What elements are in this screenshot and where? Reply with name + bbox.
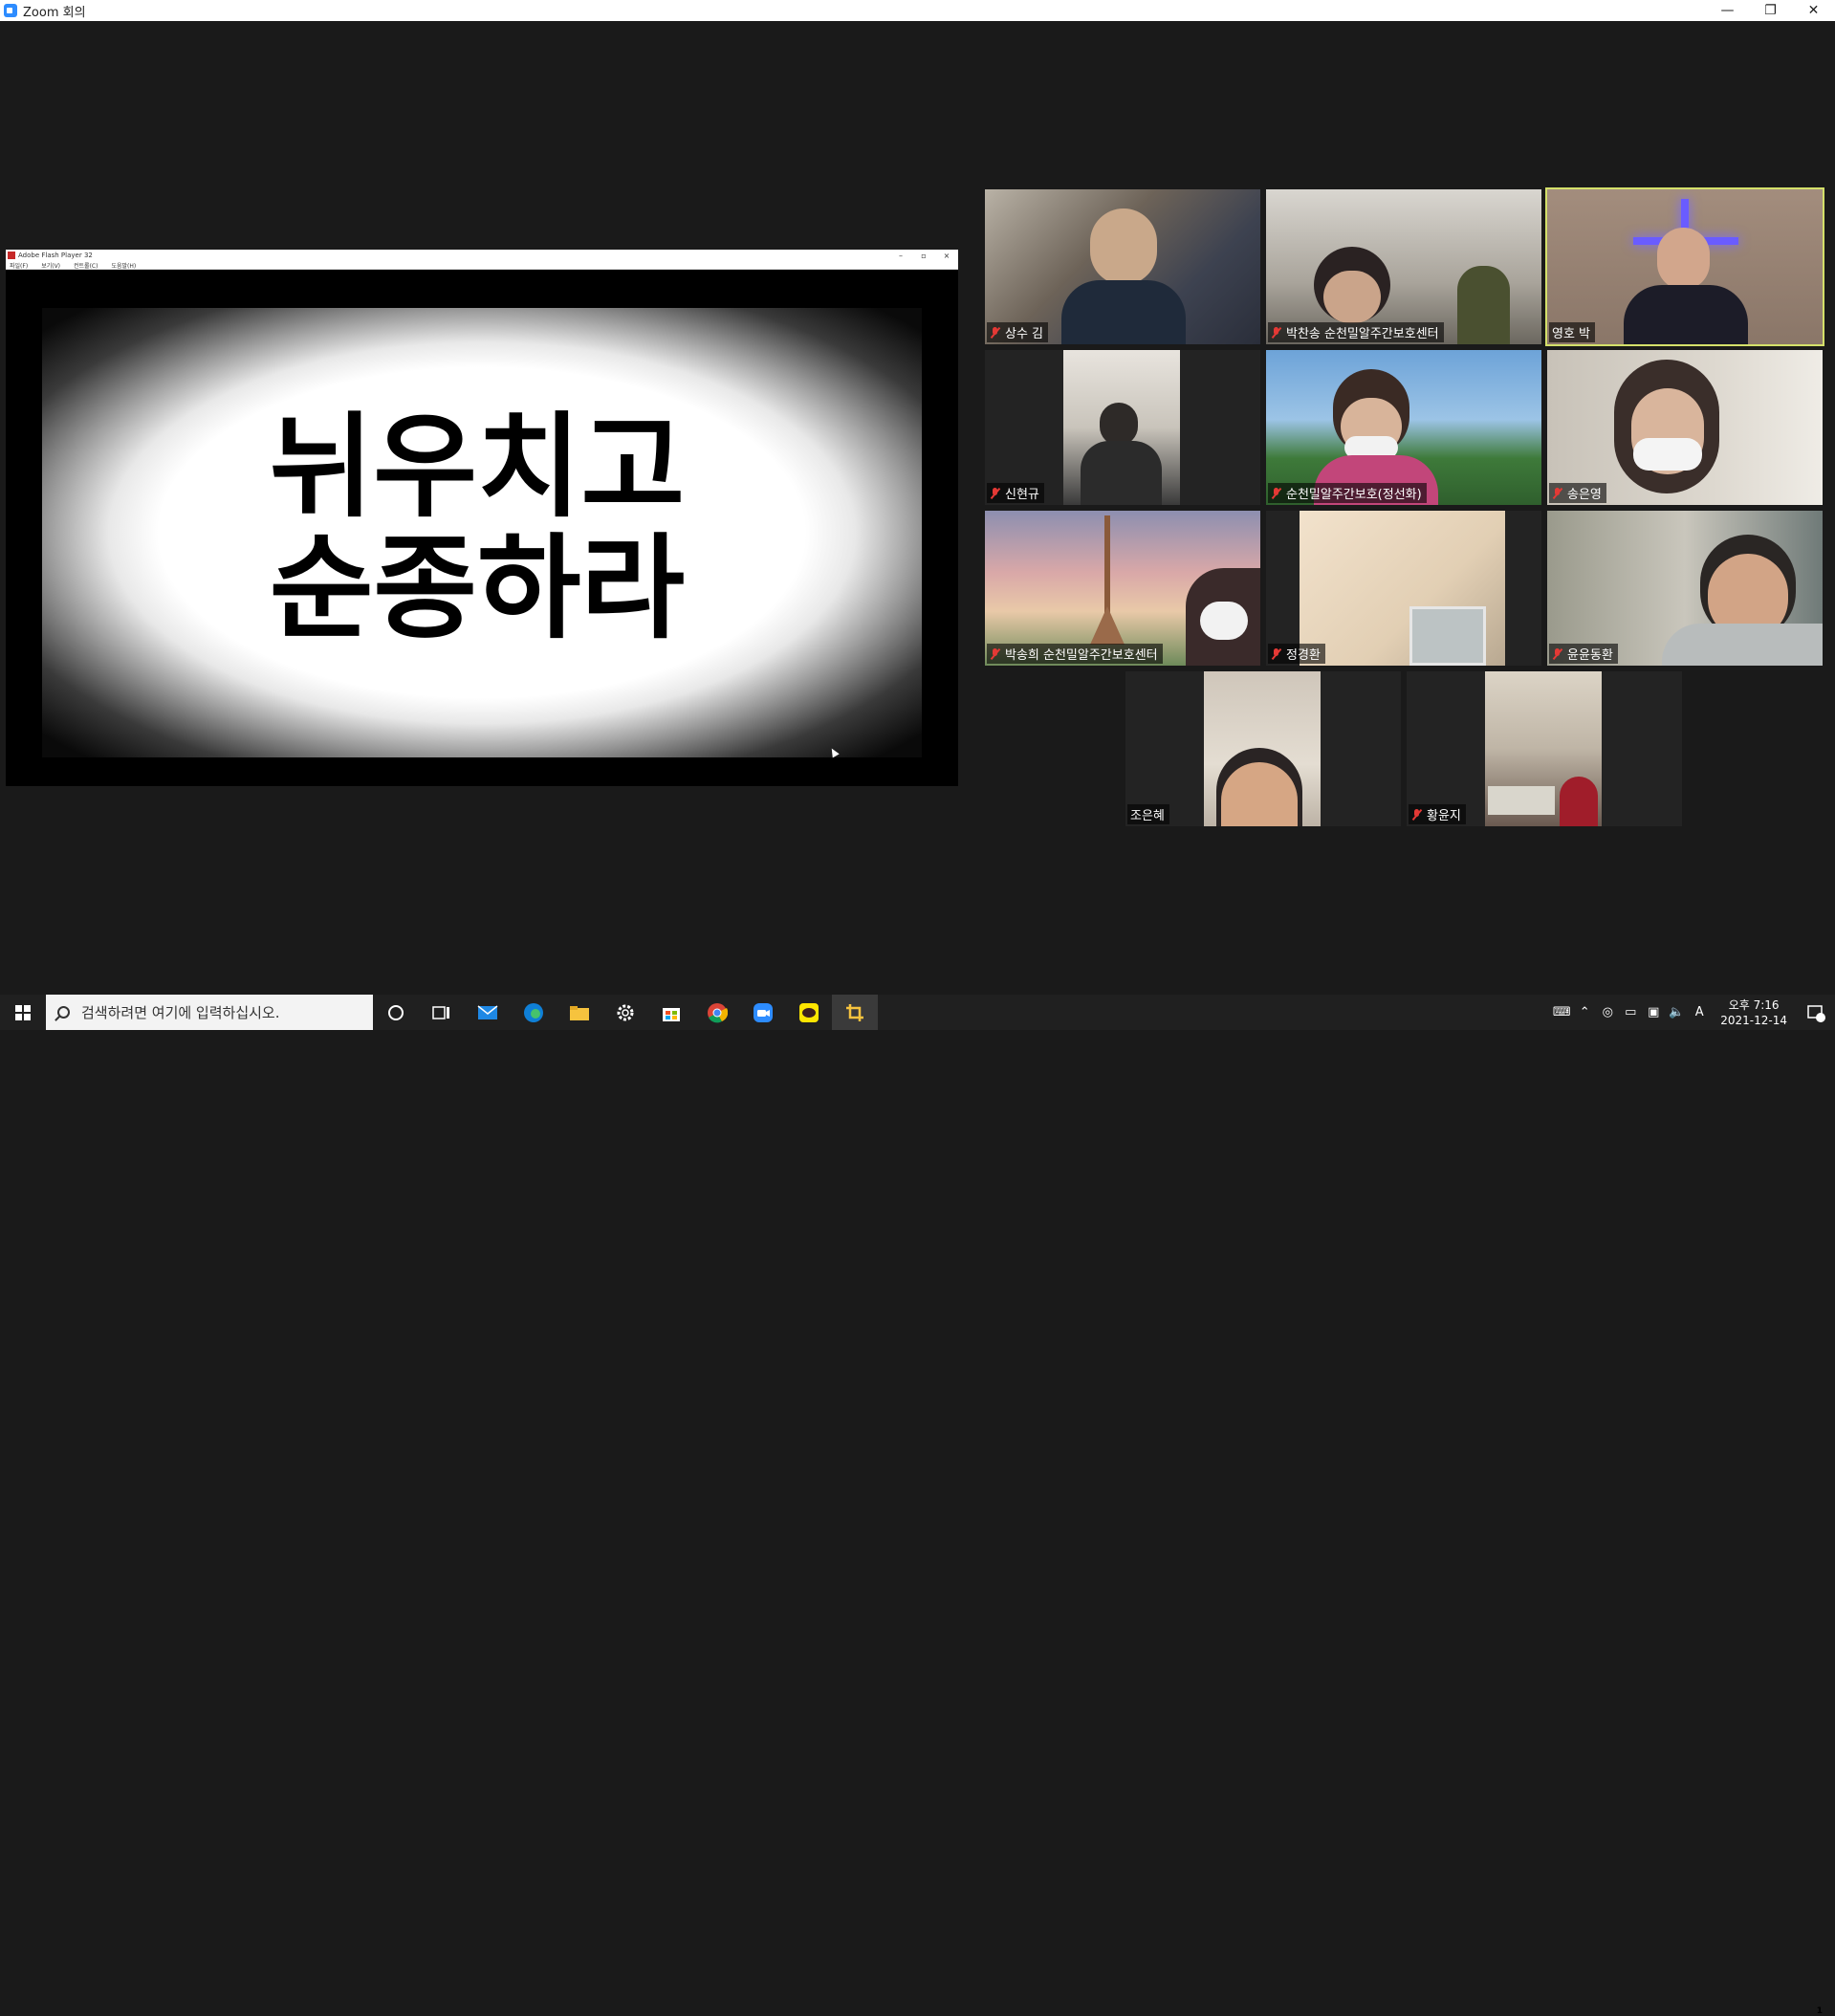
- keyboard-icon[interactable]: ⌨: [1550, 1005, 1573, 1019]
- participant-tile[interactable]: 황윤지: [1407, 671, 1682, 826]
- clock-date: 2021-12-14: [1720, 1013, 1787, 1027]
- participant-tile[interactable]: 윤윤동환: [1547, 511, 1823, 666]
- shared-restore-icon: ▫: [921, 251, 927, 260]
- notification-icon: [1807, 1004, 1825, 1022]
- shared-menu-file: 파일(F): [10, 262, 29, 270]
- clock[interactable]: 오후 7:16 2021-12-14: [1711, 997, 1797, 1028]
- cortana-icon: [388, 1004, 404, 1020]
- gear-icon: [617, 1004, 634, 1020]
- slide-line-1: 뉘우치고: [269, 400, 686, 533]
- restore-button[interactable]: ❐: [1749, 0, 1792, 21]
- minimize-button[interactable]: —: [1706, 0, 1749, 21]
- shared-menu-control: 컨트롤(C): [74, 262, 98, 270]
- system-tray: ⌨ ⌃ ◎ ▭ ▣ 🔈 A 오후 7:16 2021-12-14 1: [1550, 995, 1835, 2016]
- windows-taskbar: 검색하려면 여기에 입력하십시오. ⌨ ⌃ ◎ ▭ ▣ 🔈 A 오후 7:16 …: [0, 995, 1835, 2016]
- notification-count: 1: [1816, 2006, 1823, 2016]
- mute-icon: [990, 647, 1000, 660]
- file-explorer-button[interactable]: [557, 995, 602, 1030]
- participant-tile[interactable]: 순천밀알주간보호(정선화): [1266, 350, 1541, 505]
- zoom-taskbar-button[interactable]: [740, 995, 786, 1030]
- store-icon: [663, 1007, 680, 1021]
- taskbar-search-box[interactable]: 검색하려면 여기에 입력하십시오.: [46, 995, 373, 1030]
- notification-center-button[interactable]: 1: [1797, 995, 1835, 2016]
- shared-screen[interactable]: Adobe Flash Player 32 – ▫ × 파일(F) 보기(V) …: [6, 250, 958, 786]
- mute-icon: [1552, 487, 1562, 499]
- window-title: Zoom 회의: [23, 5, 86, 20]
- shared-close-icon: ×: [943, 251, 950, 260]
- snipping-tool-button[interactable]: [832, 995, 878, 1030]
- mail-app-button[interactable]: [465, 995, 511, 1030]
- mute-icon: [990, 326, 1000, 339]
- participant-name: 순천밀알주간보호(정선화): [1286, 488, 1422, 502]
- kakaotalk-icon: [799, 1002, 819, 1022]
- kakaotalk-button[interactable]: [786, 995, 832, 1030]
- flash-player-icon: [8, 252, 15, 259]
- ime-indicator[interactable]: A: [1688, 1005, 1711, 1019]
- participant-name: 신현규: [1005, 488, 1039, 502]
- participant-tile[interactable]: 박송희 순천밀알주간보호센터: [985, 511, 1260, 666]
- participant-name: 박찬송 순천밀알주간보호센터: [1286, 327, 1439, 341]
- chrome-button[interactable]: [694, 995, 740, 1030]
- participant-name: 윤윤동환: [1567, 648, 1613, 663]
- mute-icon: [1411, 808, 1422, 821]
- mail-icon: [477, 1004, 498, 1019]
- shared-menu-help: 도움말(H): [111, 262, 137, 270]
- participant-tile-active-speaker[interactable]: 영호 박: [1545, 187, 1824, 346]
- participant-name: 황윤지: [1427, 809, 1461, 823]
- mute-icon: [1271, 647, 1281, 660]
- chevron-up-icon[interactable]: ⌃: [1573, 1005, 1596, 1019]
- close-button[interactable]: ✕: [1792, 0, 1835, 21]
- zoom-app-icon: [4, 4, 17, 17]
- start-button[interactable]: [0, 995, 46, 1030]
- participant-tile[interactable]: 송은영: [1547, 350, 1823, 505]
- mute-icon: [1271, 326, 1281, 339]
- participant-tile[interactable]: 정경환: [1266, 511, 1541, 666]
- edge-browser-button[interactable]: [511, 995, 557, 1030]
- participant-name: 조은혜: [1130, 809, 1165, 823]
- windows-logo-icon: [15, 1004, 31, 1020]
- chrome-icon: [708, 1002, 728, 1022]
- search-icon: [57, 1006, 70, 1019]
- crop-icon: [846, 1003, 863, 1021]
- clock-time: 오후 7:16: [1728, 997, 1780, 1012]
- edge-icon: [524, 1002, 543, 1022]
- camera-icon[interactable]: ◎: [1596, 1005, 1619, 1019]
- shared-menu-view: 보기(V): [41, 262, 61, 270]
- volume-icon[interactable]: 🔈: [1665, 1005, 1688, 1019]
- shared-window-titlebar: Adobe Flash Player 32 – ▫ ×: [6, 250, 958, 261]
- slide-line-2: 순종하라: [269, 522, 686, 654]
- window-titlebar: Zoom 회의 — ❐ ✕: [0, 0, 1835, 21]
- participant-name: 박송희 순천밀알주간보호센터: [1005, 648, 1158, 663]
- search-placeholder: 검색하려면 여기에 입력하십시오.: [81, 1004, 280, 1021]
- participant-tile[interactable]: 박찬송 순천밀알주간보호센터: [1266, 189, 1541, 344]
- settings-button[interactable]: [602, 995, 648, 1030]
- participant-name: 송은영: [1567, 488, 1602, 502]
- participant-name: 정경환: [1286, 648, 1321, 663]
- task-view-icon: [432, 1005, 449, 1019]
- shared-minimize-icon: –: [899, 251, 903, 260]
- shared-window-title: Adobe Flash Player 32: [18, 252, 93, 259]
- participant-name: 영호 박: [1552, 327, 1591, 341]
- cortana-button[interactable]: [373, 995, 419, 1030]
- participant-name: 상수 김: [1005, 327, 1044, 341]
- participant-tile[interactable]: 상수 김: [985, 189, 1260, 344]
- folder-icon: [570, 1005, 589, 1020]
- participant-tile[interactable]: 조은혜: [1125, 671, 1401, 826]
- mute-icon: [990, 487, 1000, 499]
- meeting-stage: Adobe Flash Player 32 – ▫ × 파일(F) 보기(V) …: [0, 21, 1835, 995]
- shared-window-menu: 파일(F) 보기(V) 컨트롤(C) 도움말(H): [6, 261, 958, 270]
- task-view-button[interactable]: [419, 995, 465, 1030]
- participant-tile[interactable]: 신현규: [985, 350, 1260, 505]
- mute-icon: [1552, 647, 1562, 660]
- mute-icon: [1271, 487, 1281, 499]
- slide-content: 뉘우치고 순종하라: [6, 270, 958, 786]
- network-icon[interactable]: ▭: [1619, 1005, 1642, 1019]
- store-button[interactable]: [648, 995, 694, 1030]
- monitor-icon[interactable]: ▣: [1642, 1005, 1665, 1019]
- zoom-icon: [754, 1002, 773, 1022]
